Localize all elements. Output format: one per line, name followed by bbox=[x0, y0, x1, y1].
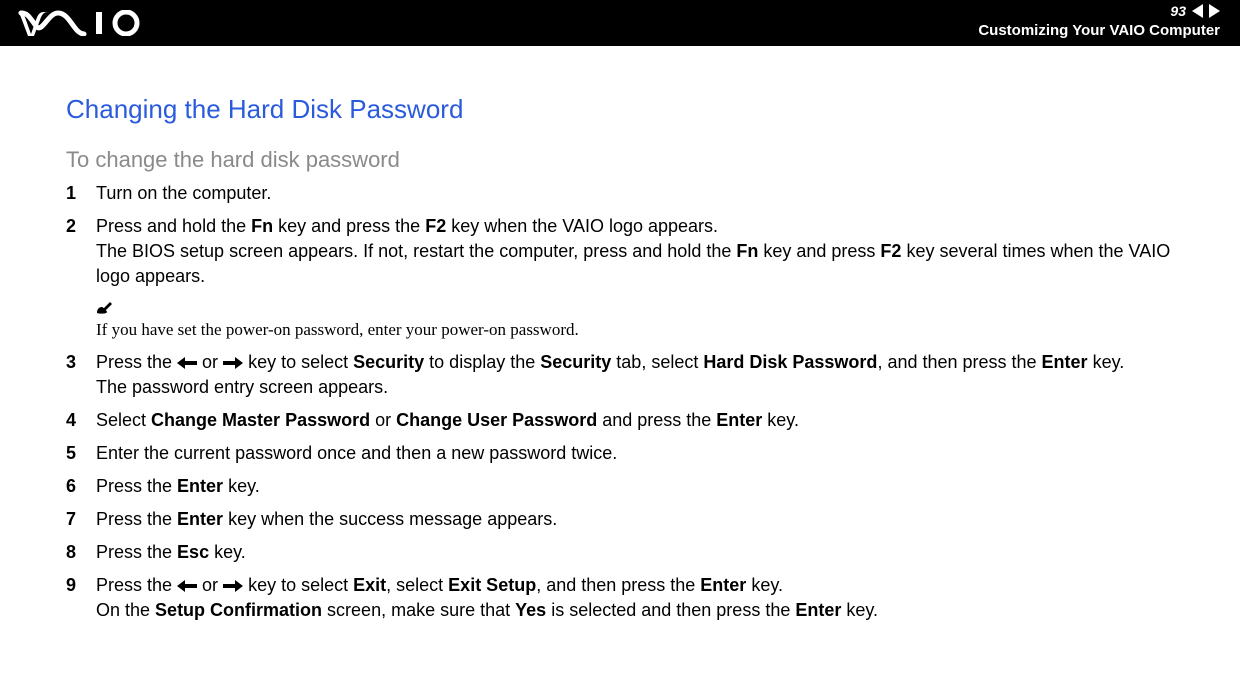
nav-next-icon[interactable] bbox=[1209, 4, 1220, 18]
section-title: Customizing Your VAIO Computer bbox=[978, 21, 1220, 41]
step-number: 6 bbox=[66, 474, 96, 499]
step-2: 2 Press and hold the Fn key and press th… bbox=[66, 214, 1200, 289]
arrow-right-icon bbox=[223, 580, 243, 592]
step-text: Enter the current password once and then… bbox=[96, 441, 1200, 466]
page-number-nav: 93 bbox=[978, 0, 1220, 22]
pencil-icon bbox=[96, 299, 1200, 320]
step-text: Press the Enter key when the success mes… bbox=[96, 507, 1200, 532]
steps-list: 1 Turn on the computer. 2 Press and hold… bbox=[66, 181, 1200, 289]
page-number: 93 bbox=[1170, 3, 1186, 19]
step-number: 4 bbox=[66, 408, 96, 433]
arrow-right-icon bbox=[223, 357, 243, 369]
note-text: If you have set the power-on password, e… bbox=[96, 320, 1200, 340]
step-number: 8 bbox=[66, 540, 96, 565]
arrow-left-icon bbox=[177, 357, 197, 369]
step-number: 9 bbox=[66, 573, 96, 623]
arrow-left-icon bbox=[177, 580, 197, 592]
header-right: 93 Customizing Your VAIO Computer bbox=[978, 0, 1220, 41]
step-number: 2 bbox=[66, 214, 96, 289]
note: If you have set the power-on password, e… bbox=[96, 299, 1200, 340]
page-header: 93 Customizing Your VAIO Computer bbox=[0, 0, 1240, 46]
step-text: Turn on the computer. bbox=[96, 181, 1200, 206]
step-9: 9 Press the or key to select Exit, selec… bbox=[66, 573, 1200, 623]
step-number: 5 bbox=[66, 441, 96, 466]
step-text: Press the Esc key. bbox=[96, 540, 1200, 565]
step-number: 1 bbox=[66, 181, 96, 206]
step-7: 7 Press the Enter key when the success m… bbox=[66, 507, 1200, 532]
nav-prev-icon[interactable] bbox=[1192, 4, 1203, 18]
page-body: Changing the Hard Disk Password To chang… bbox=[0, 46, 1240, 623]
step-text: Select Change Master Password or Change … bbox=[96, 408, 1200, 433]
step-number: 7 bbox=[66, 507, 96, 532]
vaio-logo bbox=[18, 10, 148, 41]
step-text: Press the or key to select Exit, select … bbox=[96, 573, 1200, 623]
step-8: 8 Press the Esc key. bbox=[66, 540, 1200, 565]
step-6: 6 Press the Enter key. bbox=[66, 474, 1200, 499]
step-text: Press the or key to select Security to d… bbox=[96, 350, 1200, 400]
step-text: Press and hold the Fn key and press the … bbox=[96, 214, 1200, 289]
step-number: 3 bbox=[66, 350, 96, 400]
step-3: 3 Press the or key to select Security to… bbox=[66, 350, 1200, 400]
step-4: 4 Select Change Master Password or Chang… bbox=[66, 408, 1200, 433]
step-text: Press the Enter key. bbox=[96, 474, 1200, 499]
page-title: Changing the Hard Disk Password bbox=[66, 94, 1200, 125]
step-5: 5 Enter the current password once and th… bbox=[66, 441, 1200, 466]
step-1: 1 Turn on the computer. bbox=[66, 181, 1200, 206]
steps-list-cont: 3 Press the or key to select Security to… bbox=[66, 350, 1200, 623]
page-subtitle: To change the hard disk password bbox=[66, 147, 1200, 173]
